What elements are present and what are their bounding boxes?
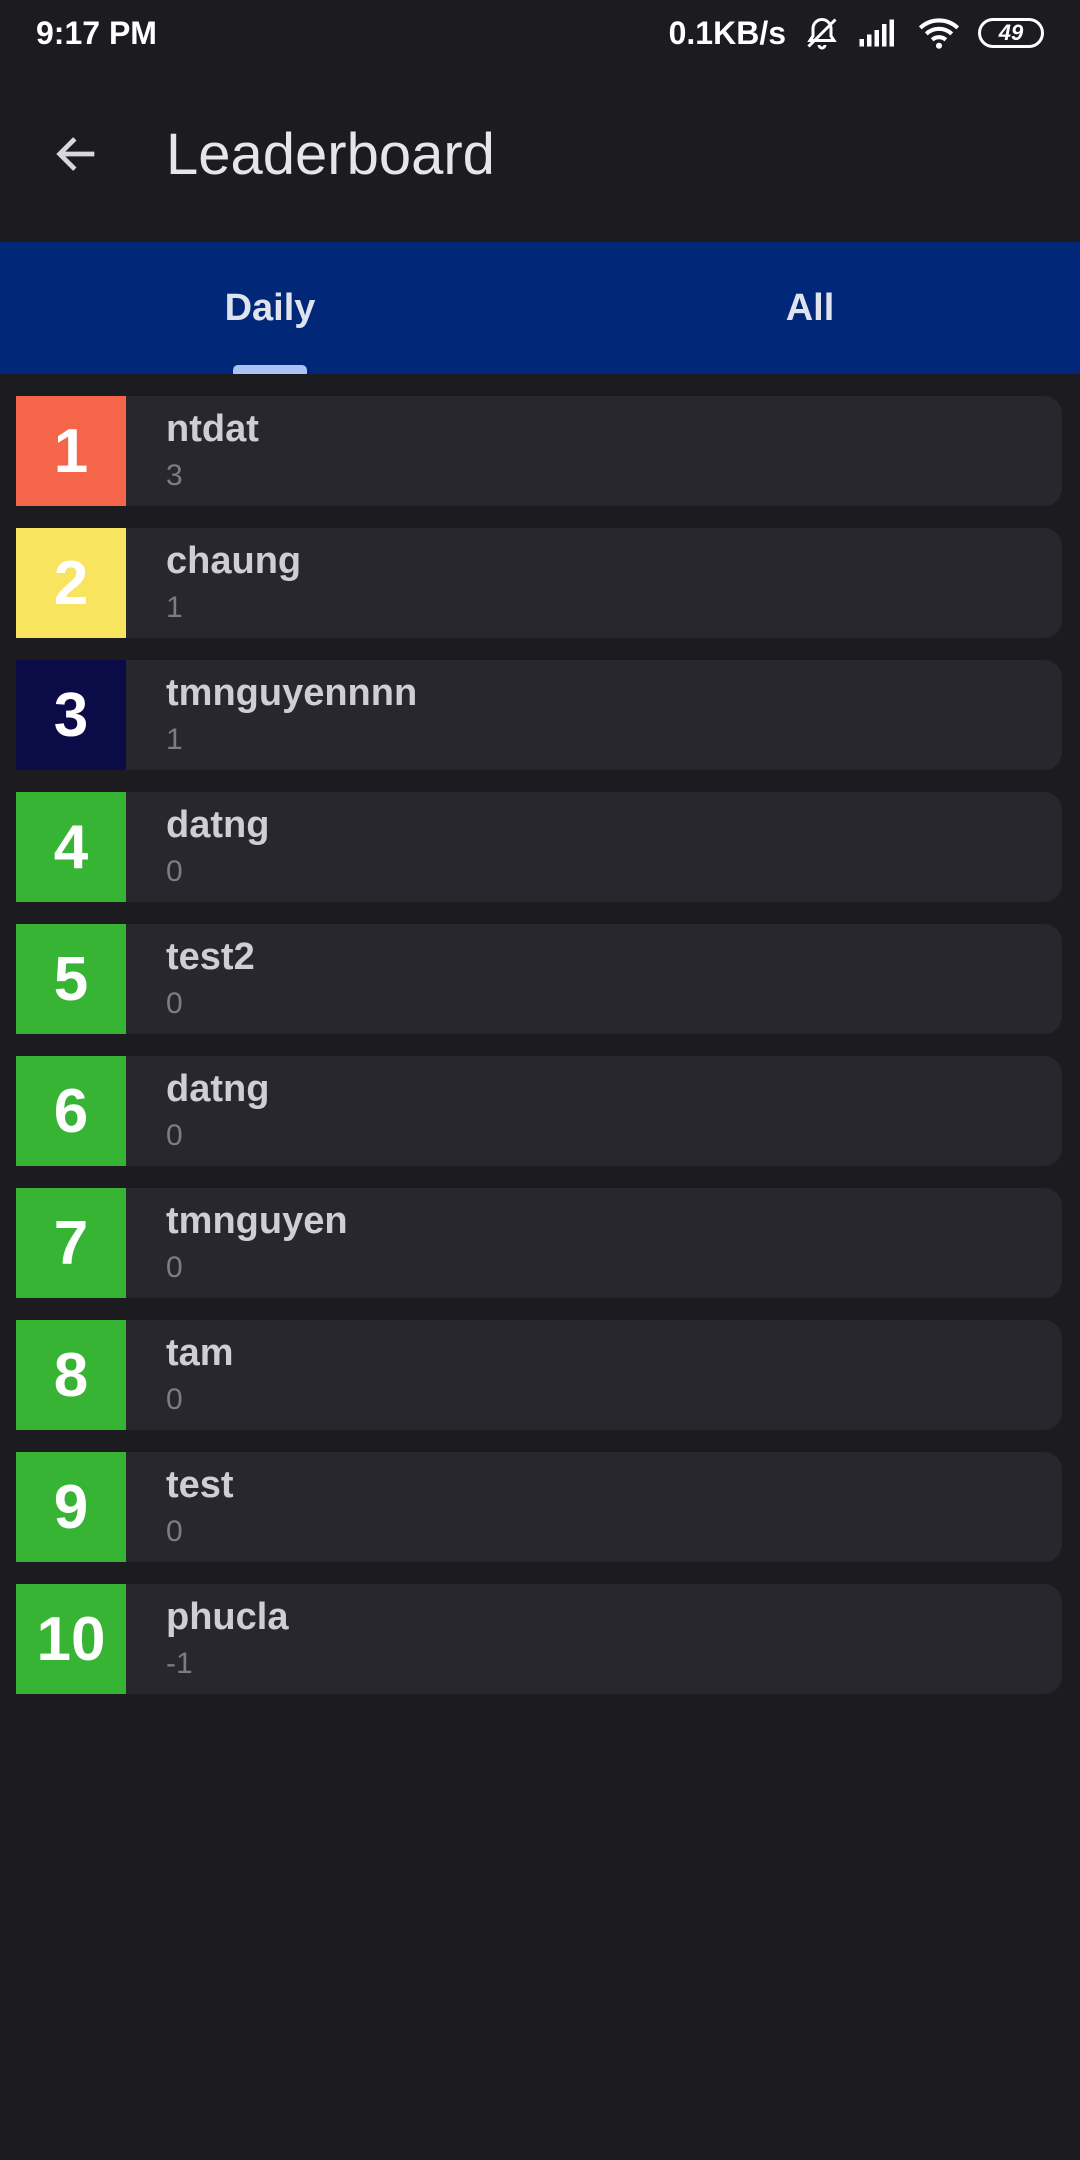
page-title: Leaderboard <box>166 121 495 187</box>
leaderboard-row[interactable]: 10 phucla -1 <box>16 1584 1062 1694</box>
tab-label: Daily <box>224 286 316 329</box>
player-score: 1 <box>166 591 183 624</box>
leaderboard-row[interactable]: 4 datng 0 <box>16 792 1062 902</box>
tab-indicator <box>233 365 307 374</box>
player-score: 0 <box>166 1119 183 1152</box>
leaderboard-row[interactable]: 6 datng 0 <box>16 1056 1062 1166</box>
rank-badge: 1 <box>16 396 126 506</box>
rank-badge: 6 <box>16 1056 126 1166</box>
leaderboard-row[interactable]: 3 tmnguyennnn 1 <box>16 660 1062 770</box>
player-name: tam <box>166 1332 234 1374</box>
leaderboard-row[interactable]: 7 tmnguyen 0 <box>16 1188 1062 1298</box>
wifi-icon <box>918 16 960 50</box>
tab-bar: Daily All <box>0 242 1080 374</box>
app-bar: Leaderboard <box>0 66 1080 242</box>
player-name: chaung <box>166 540 302 582</box>
rank-badge: 10 <box>16 1584 126 1694</box>
player-score: 0 <box>166 855 183 888</box>
signal-icon <box>858 17 900 49</box>
rank-badge: 8 <box>16 1320 126 1430</box>
tab-label: All <box>785 286 835 329</box>
rank-badge: 3 <box>16 660 126 770</box>
leaderboard-list: 1 ntdat 3 2 chaung 1 3 tmnguyennnn 1 4 d… <box>16 396 1062 1716</box>
player-name: datng <box>166 1068 270 1110</box>
rank-badge: 2 <box>16 528 126 638</box>
tab-all[interactable]: All <box>540 242 1080 374</box>
player-score: 1 <box>166 723 183 756</box>
mute-icon <box>804 15 840 51</box>
battery-icon: 49 <box>978 18 1044 48</box>
leaderboard-row[interactable]: 2 chaung 1 <box>16 528 1062 638</box>
status-bar: 9:17 PM 0.1KB/s 49 <box>0 0 1080 66</box>
leaderboard-row[interactable]: 9 test 0 <box>16 1452 1062 1562</box>
player-name: tmnguyennnn <box>166 672 418 714</box>
player-name: ntdat <box>166 408 259 450</box>
player-score: 3 <box>166 459 183 492</box>
arrow-left-icon <box>56 137 95 171</box>
player-name: test2 <box>166 936 255 978</box>
status-icons: 0.1KB/s 49 <box>669 15 1044 52</box>
tab-daily[interactable]: Daily <box>0 242 540 374</box>
rank-badge: 9 <box>16 1452 126 1562</box>
leaderboard-row[interactable]: 8 tam 0 <box>16 1320 1062 1430</box>
player-name: datng <box>166 804 270 846</box>
rank-badge: 5 <box>16 924 126 1034</box>
player-name: test <box>166 1464 234 1506</box>
player-score: 0 <box>166 987 183 1020</box>
player-score: 0 <box>166 1251 183 1284</box>
player-score: 0 <box>166 1383 183 1416</box>
rank-badge: 7 <box>16 1188 126 1298</box>
player-score: 0 <box>166 1515 183 1548</box>
player-name: tmnguyen <box>166 1200 348 1242</box>
player-name: phucla <box>166 1596 289 1638</box>
back-button[interactable] <box>22 99 132 209</box>
network-speed: 0.1KB/s <box>668 14 786 51</box>
battery-level: 49 <box>998 20 1024 45</box>
player-score: -1 <box>166 1647 193 1680</box>
status-time: 9:17 PM <box>36 14 157 51</box>
rank-badge: 4 <box>16 792 126 902</box>
leaderboard-row[interactable]: 5 test2 0 <box>16 924 1062 1034</box>
leaderboard-row[interactable]: 1 ntdat 3 <box>16 396 1062 506</box>
